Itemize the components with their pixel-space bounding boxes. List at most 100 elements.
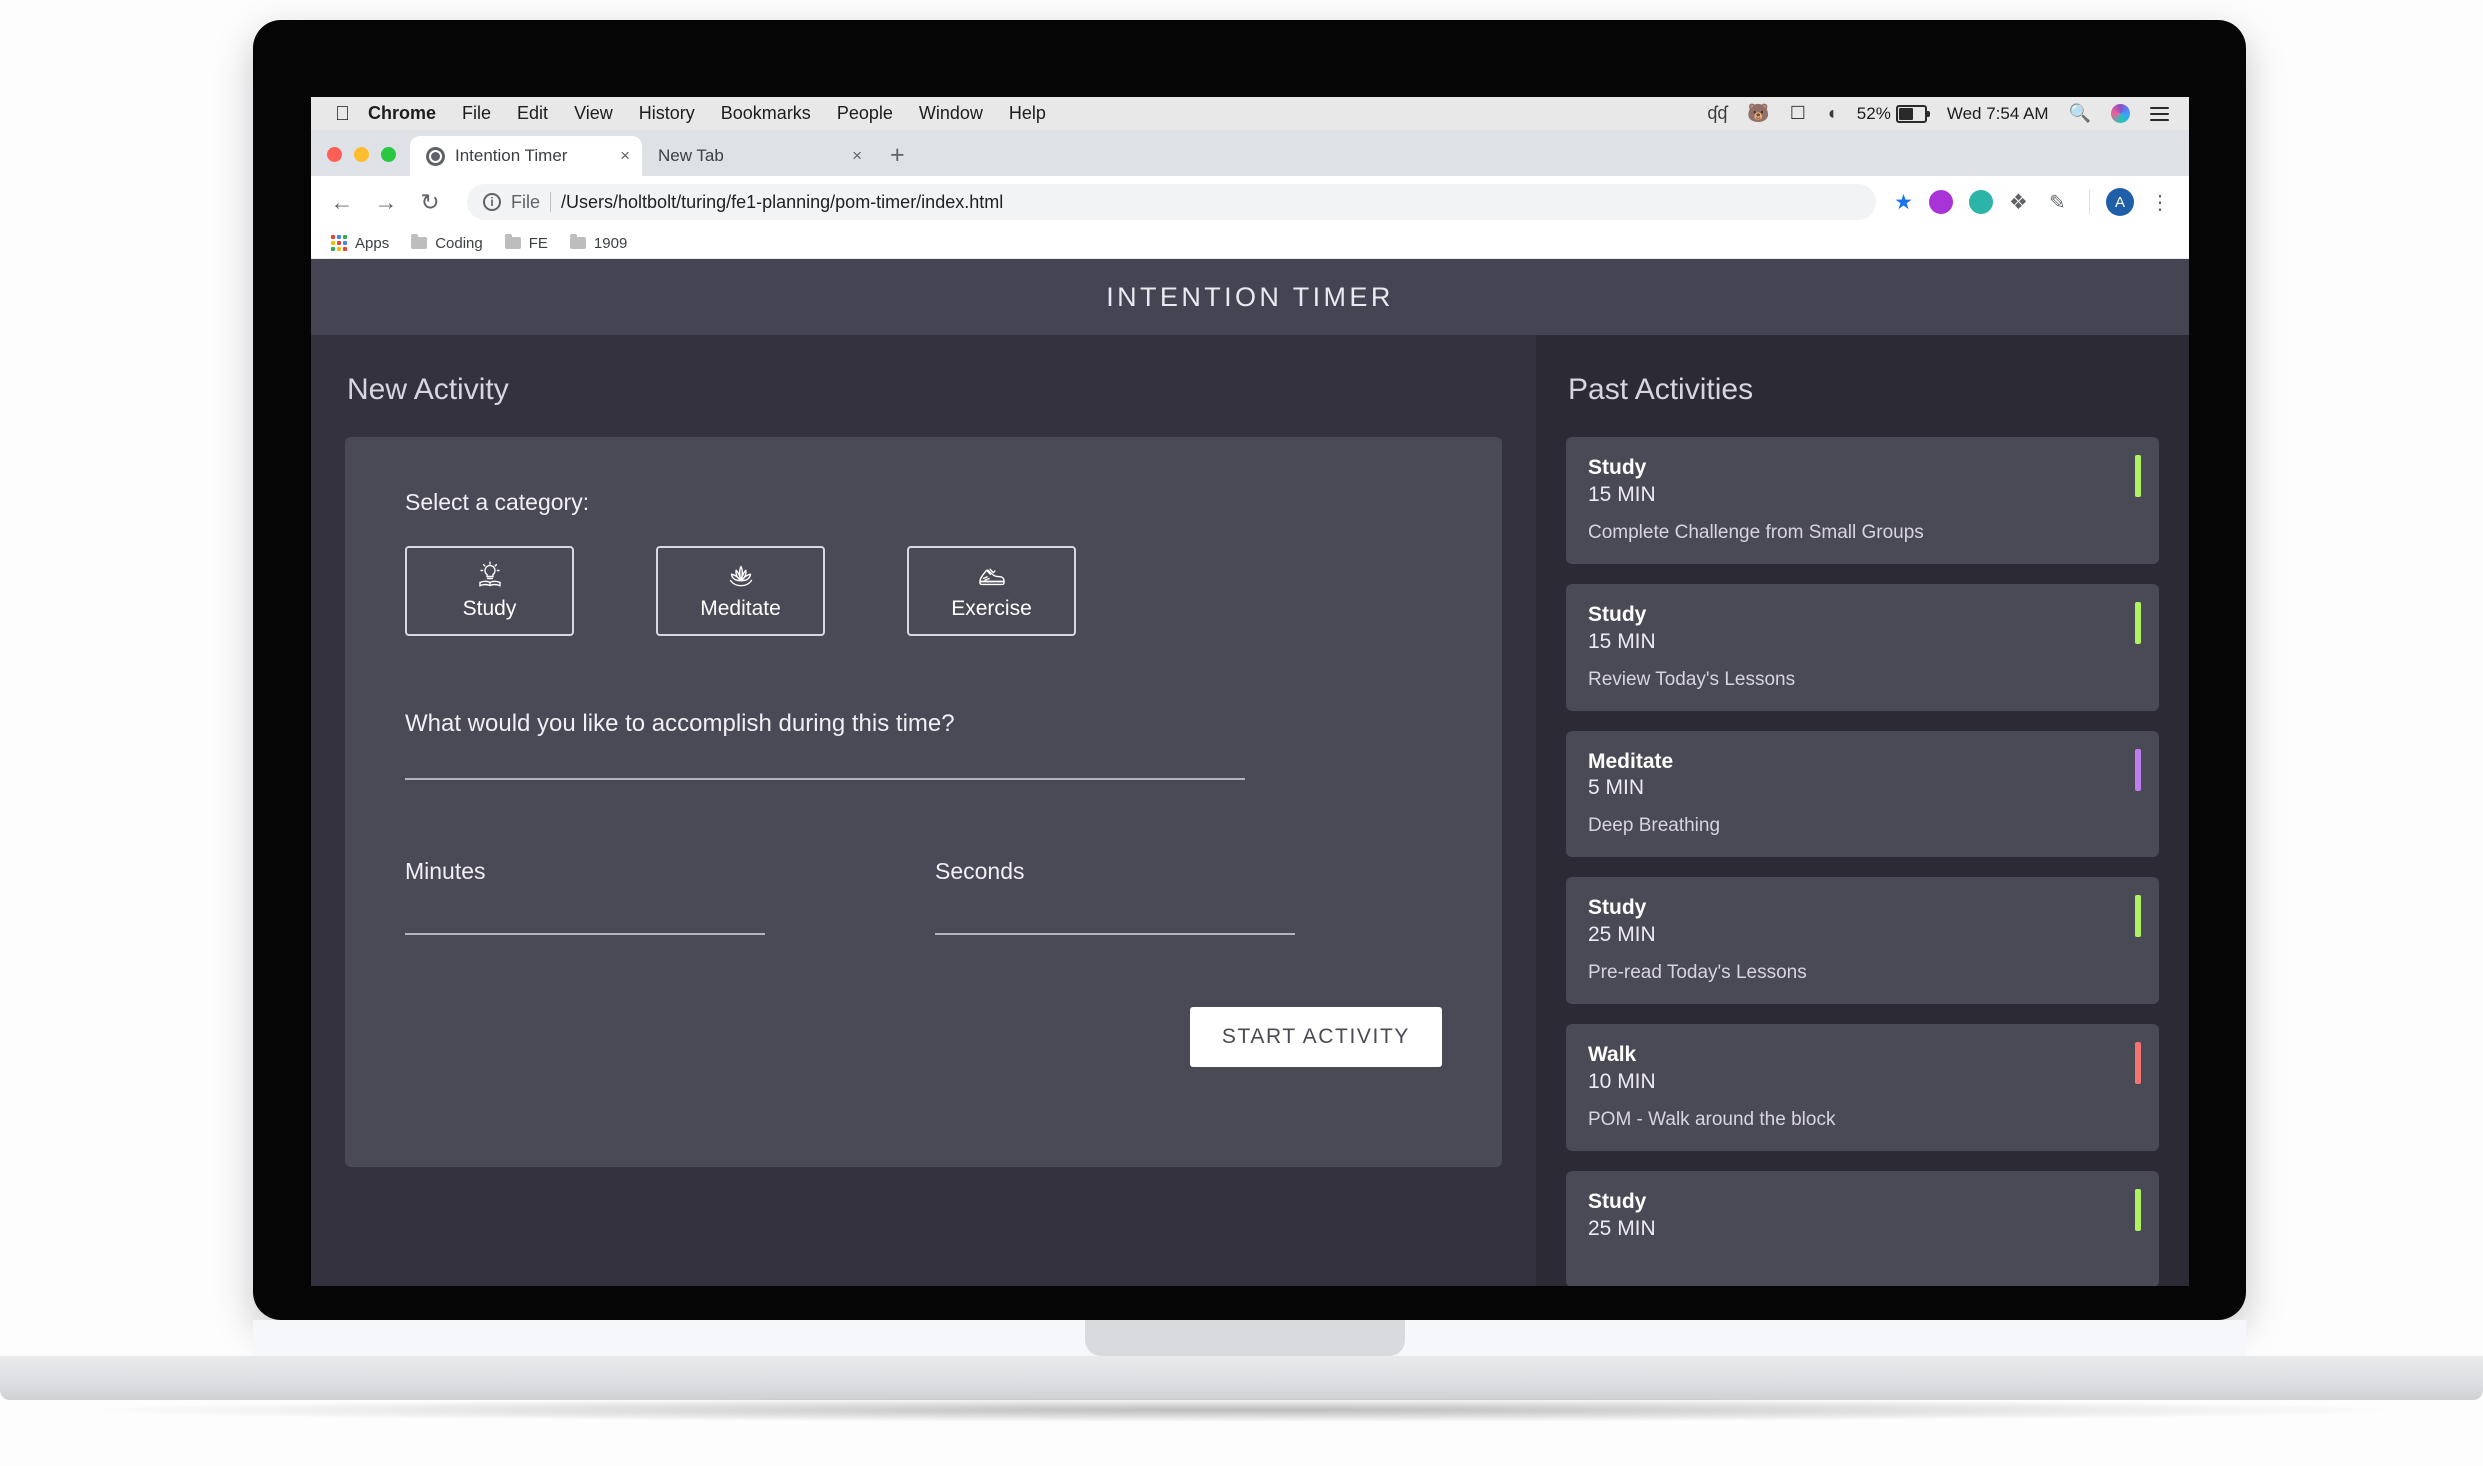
reload-button[interactable]: ↻ bbox=[417, 189, 443, 216]
menu-window[interactable]: Window bbox=[919, 103, 983, 124]
wifi-icon[interactable]: ◖ bbox=[1826, 103, 1837, 124]
accomplish-input[interactable] bbox=[405, 778, 1245, 780]
laptop-notch bbox=[1085, 1320, 1405, 1356]
extension-diamond-icon[interactable]: ❖ bbox=[2009, 190, 2033, 214]
activity-card[interactable]: Study 15 MIN Complete Challenge from Sma… bbox=[1566, 437, 2159, 564]
lightbulb-book-icon bbox=[478, 561, 501, 587]
activity-description: Complete Challenge from Small Groups bbox=[1588, 521, 1924, 543]
close-icon[interactable]: × bbox=[852, 146, 862, 166]
toolbar-actions: ★ ❖ ✎ A ⋮ bbox=[1894, 188, 2171, 216]
activity-color-bar bbox=[2135, 601, 2141, 644]
forward-button[interactable]: → bbox=[373, 189, 399, 216]
activity-color-bar bbox=[2135, 748, 2141, 791]
minutes-group: Minutes bbox=[405, 858, 765, 935]
menu-bookmarks[interactable]: Bookmarks bbox=[721, 103, 811, 124]
battery-status[interactable]: 52% bbox=[1856, 103, 1930, 124]
activity-description: Review Today's Lessons bbox=[1588, 668, 1796, 690]
info-icon[interactable]: i bbox=[483, 193, 501, 211]
folder-icon bbox=[569, 234, 586, 249]
bookmark-label: 1909 bbox=[593, 234, 628, 252]
activity-card[interactable]: Study 25 MIN Pre-read Today's Lessons bbox=[1566, 877, 2159, 1004]
bookmark-coding[interactable]: Coding bbox=[411, 234, 483, 252]
minutes-input[interactable] bbox=[405, 933, 765, 935]
menu-help[interactable]: Help bbox=[1009, 103, 1046, 124]
laptop-shadow bbox=[100, 1398, 2383, 1422]
seconds-group: Seconds bbox=[935, 858, 1295, 935]
activity-duration: 5 MIN bbox=[1588, 776, 1645, 800]
extension-pen-icon[interactable]: ✎ bbox=[2049, 190, 2073, 214]
activity-description: Deep Breathing bbox=[1588, 815, 1721, 837]
bookmark-apps[interactable]: Apps bbox=[331, 235, 389, 252]
menu-file[interactable]: File bbox=[462, 103, 491, 124]
new-activity-pane: New Activity Select a category: Study Me… bbox=[311, 335, 1536, 1286]
avatar[interactable]: A bbox=[2106, 188, 2134, 216]
scheme-label: File bbox=[511, 191, 541, 212]
seconds-label: Seconds bbox=[935, 858, 1025, 884]
close-window-button[interactable] bbox=[327, 147, 342, 162]
category-label: Exercise bbox=[951, 597, 1032, 620]
extension-teal-icon[interactable] bbox=[1969, 190, 1993, 214]
apps-grid-icon bbox=[331, 235, 347, 251]
chrome-toolbar: ← → ↻ i File /Users/holtbolt/turing/fe1-… bbox=[311, 176, 2189, 228]
activity-duration: 25 MIN bbox=[1588, 923, 1656, 947]
menu-people[interactable]: People bbox=[837, 103, 893, 124]
kebab-menu-icon[interactable]: ⋮ bbox=[2150, 190, 2171, 215]
globe-icon bbox=[426, 146, 445, 166]
bear-icon[interactable]: 🐻 bbox=[1747, 103, 1769, 124]
bookmark-1909[interactable]: 1909 bbox=[569, 234, 628, 252]
glasses-icon[interactable]: ʠʠ bbox=[1707, 103, 1727, 124]
menu-bar-clock[interactable]: Wed 7:54 AM bbox=[1947, 104, 2049, 124]
past-activities-title: Past Activities bbox=[1568, 373, 1754, 406]
macos-menu-bar:  Chrome File Edit View History Bookmark… bbox=[311, 97, 2189, 130]
apple-icon[interactable]:  bbox=[335, 104, 350, 124]
category-button-study[interactable]: Study bbox=[405, 546, 574, 636]
extension-purple-icon[interactable] bbox=[1929, 190, 1953, 214]
category-button-meditate[interactable]: Meditate bbox=[656, 546, 825, 636]
control-center-icon[interactable] bbox=[2150, 103, 2169, 125]
bookmark-label: Coding bbox=[435, 234, 483, 252]
tab-intention-timer[interactable]: Intention Timer × bbox=[410, 136, 642, 176]
seconds-input[interactable] bbox=[935, 933, 1295, 935]
screenshot-scene:  Chrome File Edit View History Bookmark… bbox=[0, 0, 2483, 1466]
url-text: /Users/holtbolt/turing/fe1-planning/pom-… bbox=[561, 191, 1004, 212]
battery-percent-label: 52% bbox=[1856, 103, 1891, 123]
menu-edit[interactable]: Edit bbox=[517, 103, 548, 124]
start-activity-button[interactable]: START ACTIVITY bbox=[1189, 1007, 1442, 1067]
back-button[interactable]: ← bbox=[329, 189, 355, 216]
chrome-tab-strip: Intention Timer × New Tab × + bbox=[311, 130, 2189, 176]
category-button-exercise[interactable]: Exercise bbox=[907, 546, 1076, 636]
airplay-icon[interactable]: ☐ bbox=[1790, 103, 1806, 124]
activity-duration: 25 MIN bbox=[1588, 1216, 1656, 1240]
activity-color-bar bbox=[2135, 1188, 2141, 1231]
search-icon[interactable]: 🔍 bbox=[2069, 103, 2091, 124]
menu-bar-status-area: ʠʠ 🐻 ☐ ◖ 52% Wed 7:54 AM 🔍 bbox=[1707, 103, 2175, 125]
activity-card[interactable]: Study 25 MIN bbox=[1566, 1170, 2159, 1286]
omnibox-divider bbox=[550, 192, 552, 212]
past-activities-pane[interactable]: Past Activities Study 15 MIN Complete Ch… bbox=[1536, 335, 2189, 1286]
duration-inputs: Minutes Seconds bbox=[405, 858, 1442, 935]
activity-duration: 15 MIN bbox=[1588, 482, 1656, 506]
menu-history[interactable]: History bbox=[639, 103, 695, 124]
activity-category: Walk bbox=[1588, 1043, 1637, 1066]
menu-view[interactable]: View bbox=[574, 103, 613, 124]
toolbar-divider bbox=[2089, 190, 2090, 214]
maximize-window-button[interactable] bbox=[381, 147, 396, 162]
activity-card[interactable]: Walk 10 MIN POM - Walk around the block bbox=[1566, 1024, 2159, 1151]
bookmark-fe[interactable]: FE bbox=[504, 234, 548, 252]
activity-card[interactable]: Study 15 MIN Review Today's Lessons bbox=[1566, 583, 2159, 711]
tab-new-tab[interactable]: New Tab × bbox=[642, 136, 874, 176]
folder-icon bbox=[411, 234, 428, 249]
siri-icon[interactable] bbox=[2111, 104, 2130, 123]
minimize-window-button[interactable] bbox=[354, 147, 369, 162]
activity-category: Study bbox=[1588, 456, 1647, 479]
laptop-base bbox=[0, 1356, 2483, 1400]
folder-icon bbox=[504, 234, 521, 249]
close-icon[interactable]: × bbox=[620, 146, 630, 166]
menu-chrome[interactable]: Chrome bbox=[368, 103, 436, 124]
activity-card[interactable]: Meditate 5 MIN Deep Breathing bbox=[1566, 730, 2159, 858]
new-tab-button[interactable]: + bbox=[890, 141, 905, 170]
tab-title: New Tab bbox=[658, 146, 724, 165]
address-bar[interactable]: i File /Users/holtbolt/turing/fe1-planni… bbox=[467, 184, 1877, 220]
star-icon[interactable]: ★ bbox=[1894, 190, 1913, 215]
category-button-group: Study Meditate Exercise bbox=[405, 546, 1442, 636]
